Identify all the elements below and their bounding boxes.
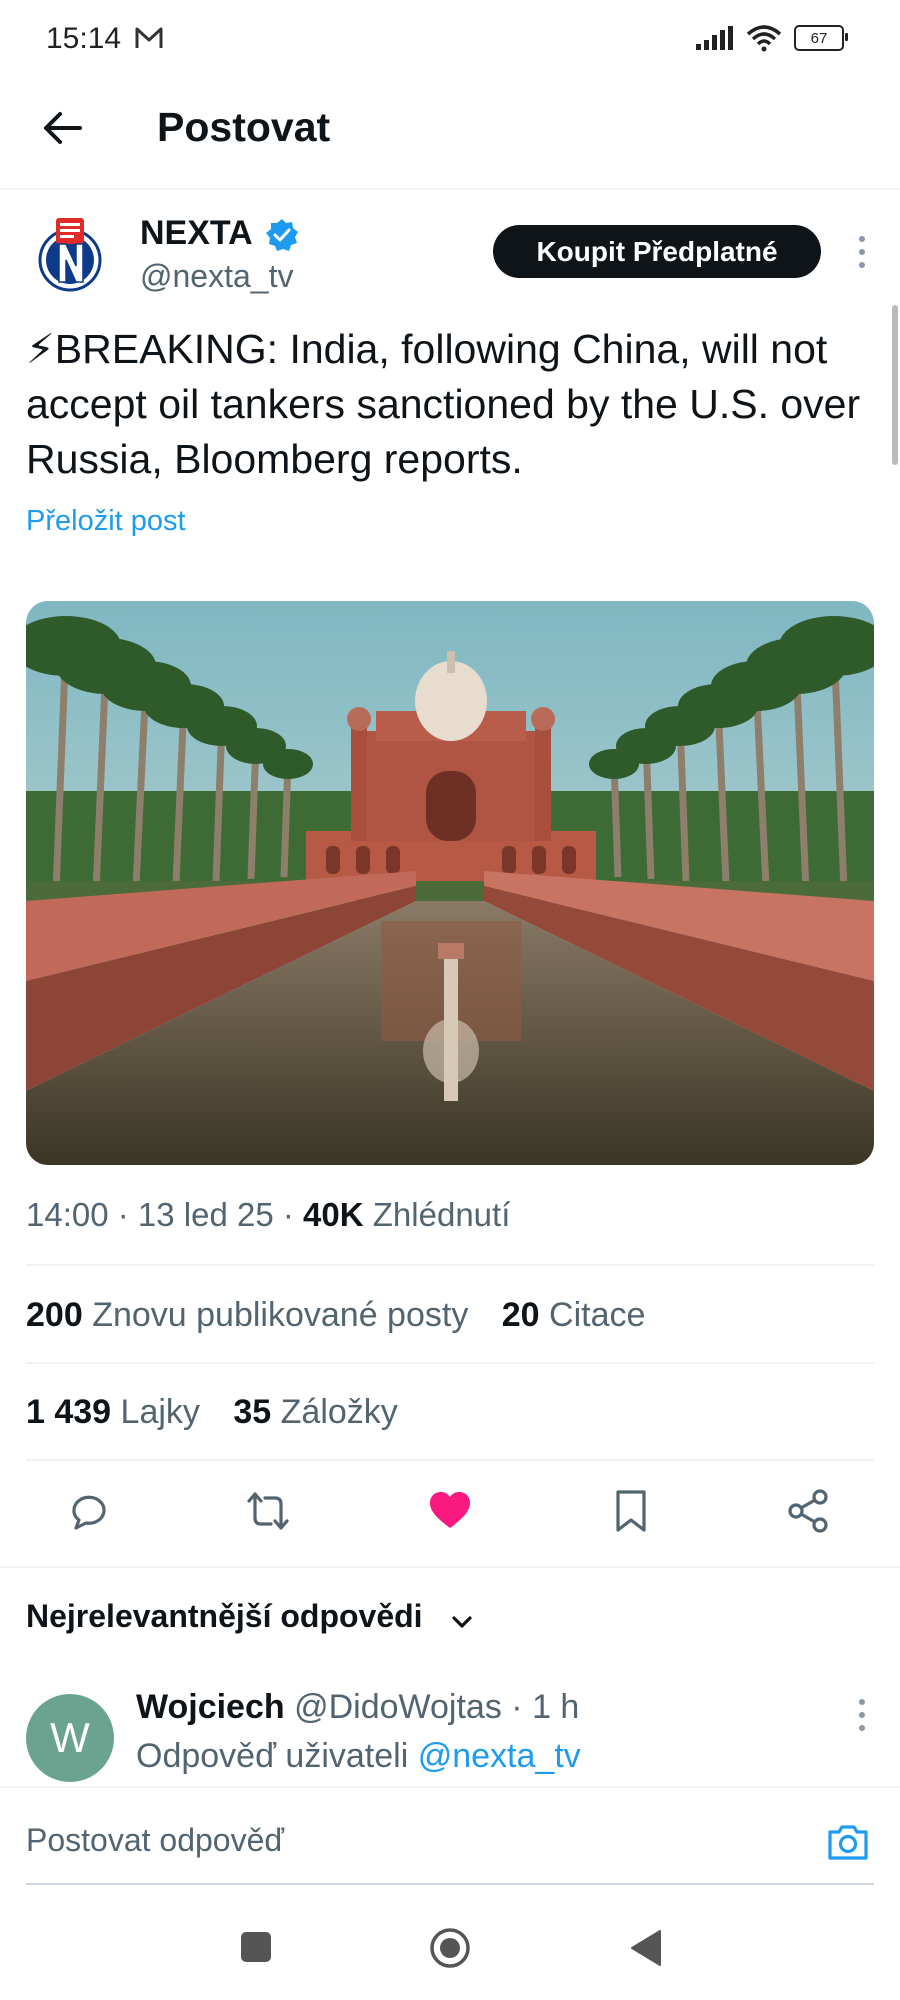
like-icon[interactable] [427, 1488, 473, 1534]
avatar[interactable]: W [26, 1694, 114, 1782]
likes-label: Lajky [120, 1393, 200, 1431]
nav-back-icon[interactable] [628, 1929, 662, 1967]
reply-header: Wojciech @DidoWojtas · 1 h [136, 1688, 580, 1726]
reposts-stat[interactable]: 200 Znovu publikované posty [26, 1296, 468, 1334]
stats-divider-1 [26, 1264, 874, 1266]
more-options-icon[interactable] [858, 1698, 866, 1732]
battery-level: 67 [810, 29, 828, 47]
nav-home-icon[interactable] [429, 1927, 471, 1969]
reply-sort-dropdown[interactable]: Nejrelevantnější odpovědi [26, 1598, 423, 1635]
more-options-icon[interactable] [858, 235, 866, 269]
reposts-count: 200 [26, 1296, 83, 1334]
reposts-label: Znovu publikované posty [92, 1296, 469, 1334]
post-date: 13 led 25 [137, 1196, 274, 1233]
translate-link[interactable]: Přeložit post [26, 505, 186, 538]
reply-to-prefix: Odpověď uživateli [136, 1737, 409, 1775]
reply-input[interactable]: Postovat odpověď [26, 1822, 284, 1859]
avatar-letter: W [50, 1714, 90, 1761]
repost-stats-row: 200 Znovu publikované posty 20 Citace [26, 1296, 645, 1335]
likes-stat[interactable]: 1 439 Lajky [26, 1393, 200, 1431]
bookmarks-count: 35 [233, 1393, 272, 1431]
signal-icon [696, 26, 733, 50]
status-icons: 67 [694, 24, 848, 52]
nav-recents-icon[interactable] [241, 1932, 271, 1962]
views-label: Zhlédnutí [372, 1196, 511, 1233]
page-title: Postovat [157, 104, 331, 150]
verified-badge-icon [266, 219, 298, 251]
share-icon[interactable] [786, 1488, 832, 1534]
bookmarks-stat[interactable]: 35 Záložky [233, 1393, 397, 1431]
like-stats-row: 1 439 Lajky 35 Záložky [26, 1393, 398, 1432]
post-text: ⚡BREAKING: India, following China, will … [26, 326, 861, 482]
status-time: 15:14 [46, 22, 122, 55]
author-name[interactable]: NEXTA [140, 214, 253, 253]
header-divider [0, 188, 900, 190]
reply-time: 1 h [532, 1688, 580, 1726]
bookmarks-label: Záložky [280, 1393, 398, 1431]
author-avatar[interactable] [36, 216, 104, 292]
likes-count: 1 439 [26, 1393, 112, 1431]
actions-divider [0, 1566, 900, 1568]
scrollbar[interactable] [892, 305, 898, 465]
post-meta: 14:00 · 13 led 25 · 40K Zhlédnutí [26, 1196, 511, 1233]
quotes-stat[interactable]: 20 Citace [502, 1296, 646, 1334]
battery-icon: 67 [794, 25, 848, 51]
subscribe-button[interactable]: Koupit Předplatné [493, 225, 821, 278]
post-image[interactable] [26, 601, 874, 1165]
back-arrow-icon[interactable] [40, 106, 84, 150]
camera-icon[interactable] [826, 1820, 870, 1864]
mail-icon [135, 27, 163, 48]
repost-icon[interactable] [245, 1488, 291, 1534]
reply-icon[interactable] [66, 1488, 112, 1534]
stats-divider-3 [26, 1459, 874, 1461]
stats-divider-2 [26, 1362, 874, 1364]
reply-author-handle[interactable]: @DidoWojtas [294, 1688, 502, 1726]
compose-underline [26, 1883, 874, 1885]
chevron-down-icon[interactable] [450, 1610, 474, 1634]
wifi-icon [746, 25, 782, 52]
quotes-label: Citace [549, 1296, 646, 1334]
views-count: 40K [303, 1196, 364, 1233]
reply-author-name[interactable]: Wojciech [136, 1688, 285, 1726]
bookmark-icon[interactable] [608, 1488, 654, 1534]
reply-context: Odpověď uživateli @nexta_tv [136, 1737, 581, 1776]
quotes-count: 20 [501, 1296, 540, 1334]
reply-to-mention[interactable]: @nexta_tv [418, 1737, 581, 1775]
post-time: 14:00 [26, 1196, 109, 1233]
author-handle[interactable]: @nexta_tv [140, 258, 293, 295]
